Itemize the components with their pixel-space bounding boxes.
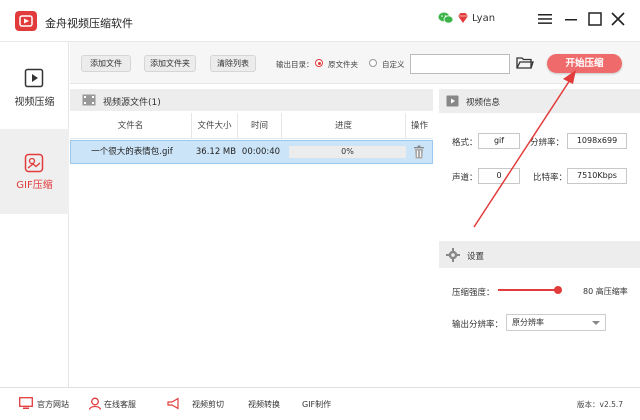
username[interactable]: Lyan [472,13,495,24]
output-dir-label: 输出目录： [276,60,314,69]
output-resolution-selected: 原分辨率 [512,318,544,327]
chevron-down-icon [592,321,600,325]
radio-custom-folder[interactable] [369,59,377,67]
footer-link-official-site[interactable]: 官方网站 [37,399,69,410]
menu-icon[interactable] [537,12,553,26]
wechat-icon[interactable] [438,11,454,25]
toolbar: 添加文件 添加文件夹 清除列表 输出目录： 原文件夹 自定义 开始压缩 [70,42,640,84]
output-resolution-label: 输出分辨率： [452,320,504,330]
channel-value: 0 [478,168,520,184]
add-file-button[interactable]: 添加文件 [81,55,131,72]
title-bar: 金舟视频压缩软件 Lyan [0,0,640,42]
cell-time: 00:00:40 [241,147,281,157]
compress-slider-thumb[interactable] [554,286,562,294]
progress-text: 0% [341,147,354,156]
format-label: 格式： [452,138,478,148]
megaphone-icon [167,397,179,410]
close-icon[interactable] [610,11,626,27]
radio-source-label: 原文件夹 [328,60,358,69]
table-header: 文件名 文件大小 时间 进度 操作 [70,113,433,139]
settings-header: 设置 [439,241,640,268]
cell-filename: 一个很大的表情包.gif [91,147,173,157]
video-compress-icon [24,68,44,88]
gif-compress-icon [24,153,44,173]
video-info-header: 视频信息 [439,89,640,113]
trash-icon[interactable] [413,145,425,159]
sidebar-item-gif-compress[interactable]: GIF压缩 [0,129,69,214]
radio-custom-label: 自定义 [382,60,405,69]
play-square-icon [446,95,459,107]
col-action: 操作 [410,121,428,131]
app-title: 金舟视频压缩软件 [45,17,133,30]
sidebar-item-video-compress[interactable]: 视频压缩 [0,42,69,127]
clear-list-button[interactable]: 清除列表 [210,55,256,72]
resolution-value: 1098x699 [567,133,627,149]
monitor-icon [19,397,33,409]
output-path-input[interactable] [410,54,510,74]
customer-service-icon [88,397,102,410]
cell-filesize: 36.12 MB [195,147,237,157]
col-filename: 文件名 [70,113,192,139]
sidebar: 视频压缩 GIF压缩 [0,42,69,387]
output-resolution-select[interactable]: 原分辨率 [506,314,606,331]
resolution-label: 分辨率： [530,138,565,148]
gear-icon [446,248,460,262]
video-info-title: 视频信息 [466,98,501,108]
bitrate-label: 比特率： [533,173,568,183]
version-text: 版本：v2.5.7 [577,400,624,409]
sidebar-item-label: 视频压缩 [14,97,55,108]
minimize-icon[interactable] [563,12,579,26]
settings-title: 设置 [467,252,485,262]
channel-label: 声道： [452,173,478,183]
progress-bar: 0% [289,146,406,158]
col-time: 时间 [238,113,282,139]
compress-value: 80 高压缩率 [583,287,628,296]
add-folder-button[interactable]: 添加文件夹 [144,55,196,72]
film-icon [82,94,96,106]
format-value: gif [478,133,520,149]
footer-link-video-cut[interactable]: 视频剪切 [192,399,224,410]
table-row[interactable]: 一个很大的表情包.gif 36.12 MB 00:00:40 0% [70,140,433,164]
start-compress-button[interactable]: 开始压缩 [547,54,622,73]
file-list-header: 视频源文件(1) [70,89,433,111]
radio-source-folder[interactable] [315,59,323,67]
bitrate-value: 7510Kbps [567,168,627,184]
col-filesize: 文件大小 [192,113,238,139]
footer: 官方网站 在线客服 视频剪切 视频转换 GIF制作 版本：v2.5.7 [0,387,640,420]
compress-strength-label: 压缩强度： [452,288,495,298]
footer-link-online-service[interactable]: 在线客服 [104,399,136,410]
file-list-title: 视频源文件(1) [103,98,161,108]
footer-link-gif-maker[interactable]: GIF制作 [302,399,331,410]
play-logo-icon [15,11,37,31]
sidebar-item-label: GIF压缩 [16,180,53,191]
footer-link-video-convert[interactable]: 视频转换 [248,399,280,410]
compress-slider-track[interactable] [498,289,558,291]
col-progress: 进度 [282,113,406,139]
folder-icon[interactable] [516,55,534,71]
maximize-icon[interactable] [587,11,603,27]
vip-diamond-icon [458,13,468,23]
